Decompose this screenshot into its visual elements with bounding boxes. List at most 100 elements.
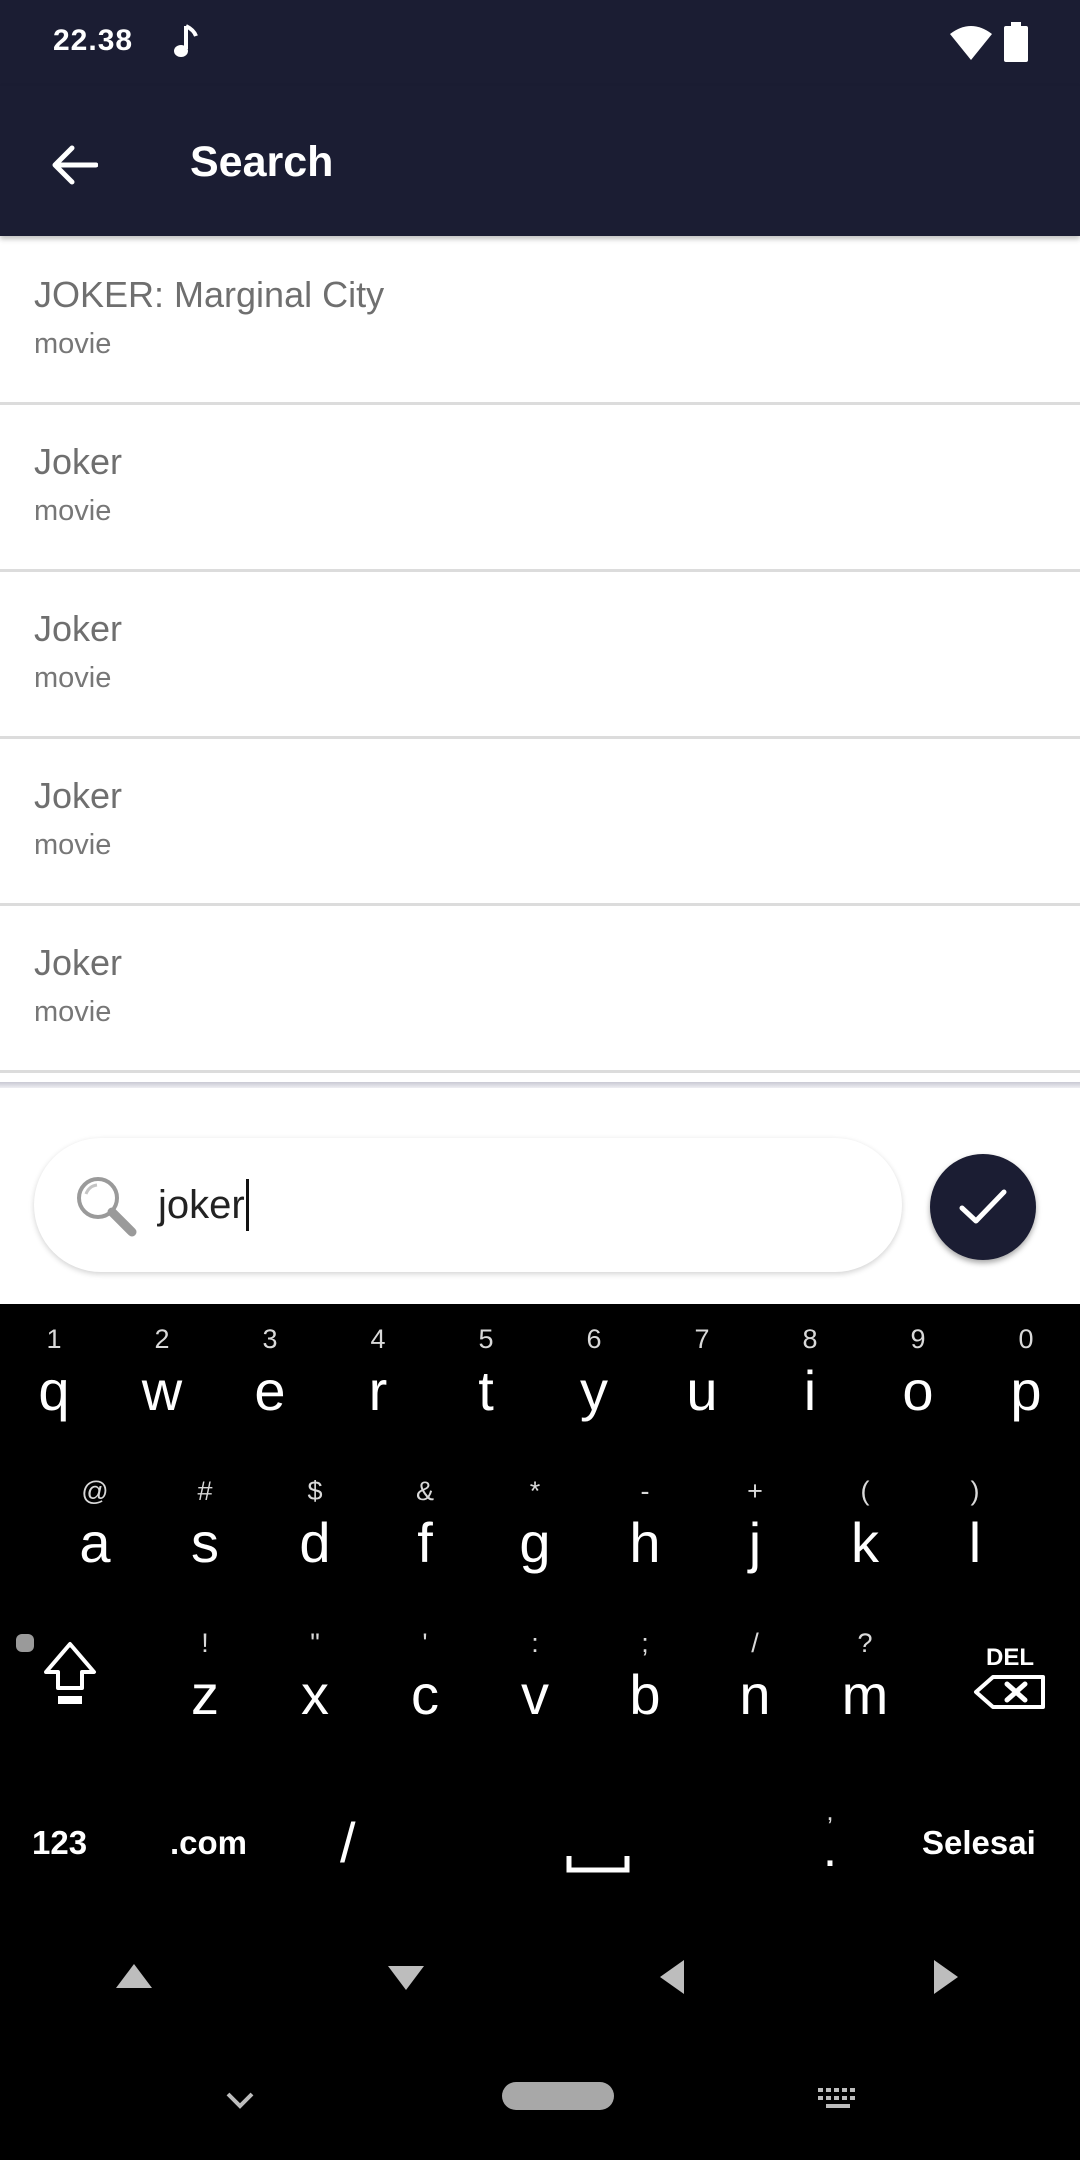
key-c[interactable]: ' c — [375, 1608, 475, 1748]
key-label: z — [191, 1663, 219, 1726]
arrow-down-key[interactable] — [388, 1966, 424, 1990]
key-u[interactable]: 7u — [652, 1304, 752, 1444]
key-label: d — [299, 1511, 331, 1574]
shift-icon — [44, 1642, 96, 1704]
text-cursor — [245, 1179, 249, 1231]
key-n[interactable]: / n — [705, 1608, 805, 1748]
key-hint: ) — [970, 1476, 980, 1506]
key-t[interactable]: 5t — [436, 1304, 536, 1444]
search-input-text: joker — [158, 1182, 245, 1227]
key-hint: " — [310, 1628, 320, 1658]
result-type: movie — [34, 829, 112, 861]
key-e[interactable]: 3e — [220, 1304, 320, 1444]
list-item[interactable]: JOKER: Marginal City movie — [0, 238, 1080, 405]
key-label: t — [478, 1359, 494, 1422]
key-label: p — [1010, 1359, 1042, 1422]
key-p[interactable]: 0p — [976, 1304, 1076, 1444]
key-l[interactable]: ) l — [925, 1456, 1025, 1596]
key-k[interactable]: (k — [815, 1456, 915, 1596]
done-key[interactable]: Selesai — [922, 1824, 1036, 1862]
search-icon — [77, 1177, 137, 1237]
key-h[interactable]: -h — [595, 1456, 695, 1596]
key-label: o — [902, 1359, 934, 1422]
key-i[interactable]: 8i — [760, 1304, 860, 1444]
key-hint: # — [197, 1476, 213, 1506]
result-type: movie — [34, 996, 112, 1028]
key-label: s — [191, 1511, 219, 1574]
key-hint: * — [529, 1476, 541, 1506]
arrow-up-key[interactable] — [116, 1964, 152, 1988]
key-hint: ? — [857, 1628, 873, 1658]
key-y[interactable]: 6y — [544, 1304, 644, 1444]
arrow-left-key[interactable] — [660, 1960, 684, 1994]
result-title: Joker — [34, 608, 123, 649]
key-label: m — [841, 1663, 889, 1726]
key-s[interactable]: # s — [155, 1456, 255, 1596]
key-label: w — [141, 1359, 183, 1422]
key-hint: 6 — [586, 1324, 602, 1354]
slash-key[interactable]: / — [340, 1810, 356, 1875]
key-hint: 7 — [694, 1324, 710, 1354]
key-hint: $ — [307, 1476, 323, 1506]
key-x[interactable]: " x — [265, 1608, 365, 1748]
key-hint: 2 — [154, 1324, 170, 1354]
battery-icon — [1004, 22, 1028, 62]
music-note-icon — [174, 24, 198, 57]
key-hint: 0 — [1018, 1324, 1034, 1354]
key-b[interactable]: ; b — [595, 1608, 695, 1748]
arrow-left-icon — [52, 145, 98, 185]
result-title: Joker — [34, 775, 123, 816]
key-q[interactable]: 1q — [4, 1304, 104, 1444]
back-button[interactable] — [40, 130, 110, 200]
key-hint: @ — [81, 1476, 109, 1506]
key-z[interactable]: ! z — [155, 1608, 255, 1748]
delete-label: DEL — [986, 1644, 1034, 1671]
key-label: v — [521, 1663, 549, 1726]
key-r[interactable]: 4r — [328, 1304, 428, 1444]
key-o[interactable]: 9o — [868, 1304, 968, 1444]
period-key[interactable]: , . — [800, 1796, 860, 1896]
key-label: i — [803, 1359, 817, 1422]
app-bar: Search — [0, 86, 1080, 236]
space-key[interactable] — [540, 1804, 655, 1894]
key-label: e — [254, 1359, 286, 1422]
search-input[interactable]: joker — [158, 1138, 249, 1272]
status-bar: 22.38 — [0, 0, 1080, 86]
key-hint: 3 — [262, 1324, 278, 1354]
list-item[interactable]: Joker movie — [0, 906, 1080, 1073]
key-v[interactable]: :v — [485, 1608, 585, 1748]
result-title: Joker — [34, 942, 123, 983]
key-g[interactable]: * g — [485, 1456, 585, 1596]
list-item[interactable]: Joker movie — [0, 572, 1080, 739]
key-label: x — [301, 1663, 329, 1726]
result-type: movie — [34, 662, 112, 694]
dotcom-key[interactable]: .com — [170, 1824, 247, 1862]
shift-key[interactable] — [14, 1626, 124, 1746]
key-m[interactable]: ? m — [815, 1608, 915, 1748]
search-area: joker — [0, 1088, 1080, 1304]
key-label: y — [580, 1359, 608, 1422]
hide-keyboard-icon[interactable] — [226, 2092, 254, 2110]
keyboard-switch-icon[interactable] — [818, 2088, 860, 2114]
key-f[interactable]: & f — [375, 1456, 475, 1596]
period-label: . — [822, 1820, 838, 1878]
arrow-right-key[interactable] — [934, 1960, 958, 1994]
search-box[interactable]: joker — [34, 1138, 902, 1272]
key-j[interactable]: + j — [705, 1456, 805, 1596]
key-d[interactable]: $ d — [265, 1456, 365, 1596]
key-w[interactable]: 2w — [112, 1304, 212, 1444]
numbers-key[interactable]: 123 — [32, 1824, 87, 1862]
check-icon — [959, 1189, 1007, 1224]
key-hint: 1 — [46, 1324, 62, 1354]
key-label: n — [739, 1663, 771, 1726]
home-pill[interactable] — [502, 2082, 614, 2110]
delete-key[interactable]: DEL — [960, 1644, 1060, 1734]
key-hint: - — [640, 1476, 650, 1506]
list-item[interactable]: Joker movie — [0, 739, 1080, 906]
result-type: movie — [34, 495, 112, 527]
list-item[interactable]: Joker movie — [0, 405, 1080, 572]
key-a[interactable]: @ a — [45, 1456, 145, 1596]
confirm-button[interactable] — [930, 1154, 1036, 1260]
key-hint: 8 — [802, 1324, 818, 1354]
keyboard: 1q 2w 3e 4r 5t 6y 7u 8i 9o 0p @ a # s $ d &… — [0, 1304, 1080, 2160]
